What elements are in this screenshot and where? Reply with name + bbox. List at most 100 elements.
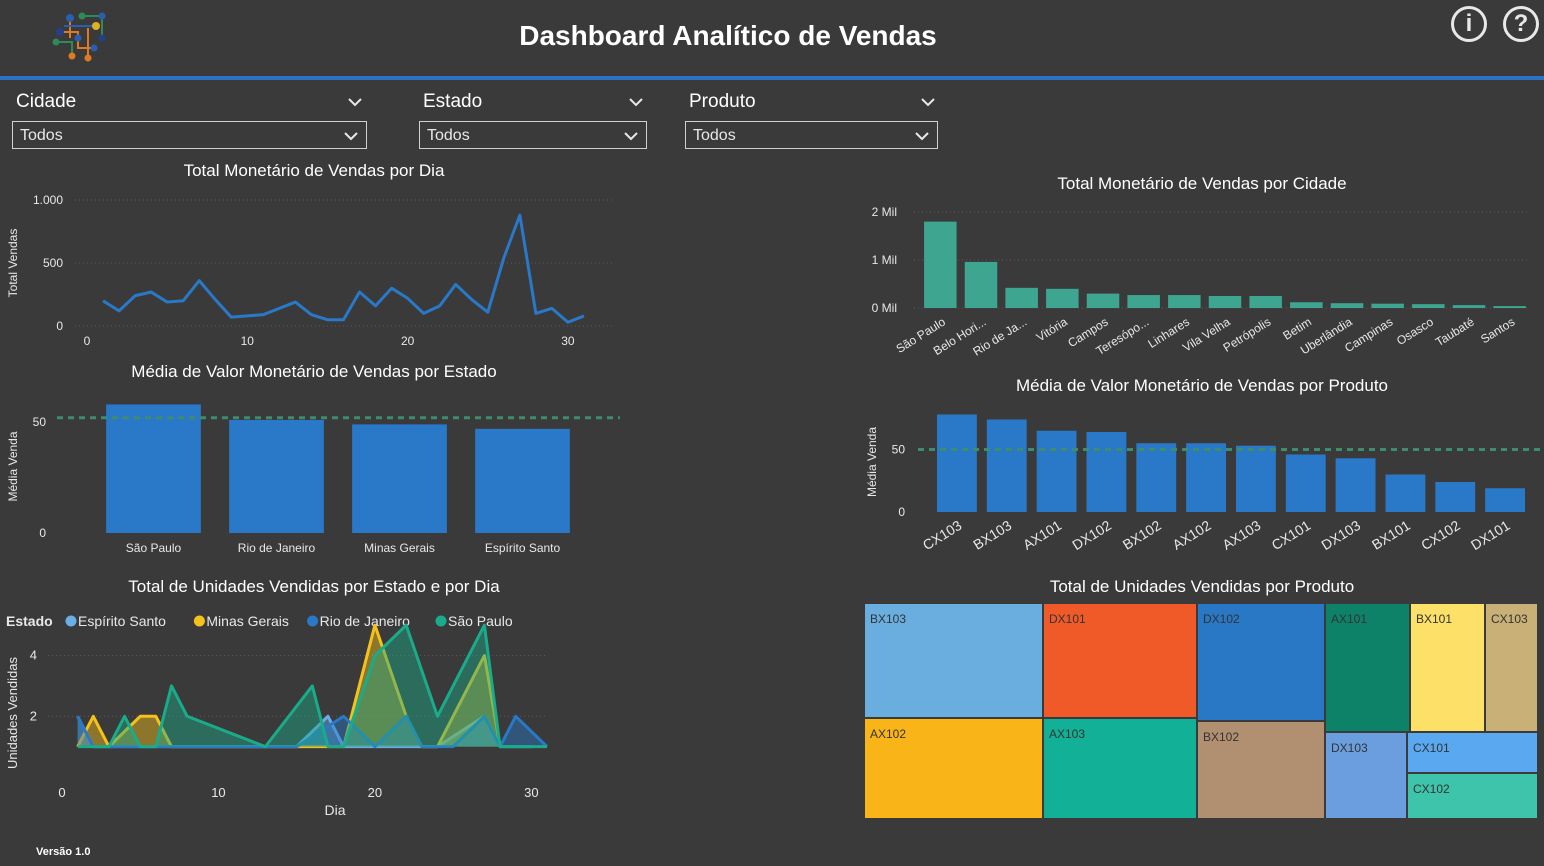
x-tick-label: DX102 [1069, 517, 1114, 553]
treemap-label: BX102 [1203, 730, 1239, 744]
sales-by-city-chart: 0 Mil1 Mil2 MilSão PauloBelo Hori...Rio … [872, 205, 1530, 359]
bar [1435, 482, 1476, 512]
chart-title-sales-by-day: Total Monetário de Vendas por Dia [183, 161, 445, 180]
x-tick-label: DX101 [1468, 517, 1513, 553]
bar [1335, 458, 1376, 512]
info-icon[interactable]: i [1451, 6, 1487, 42]
estado-dropdown[interactable]: Todos [419, 121, 647, 149]
bar [986, 419, 1027, 512]
treemap-label: BX103 [870, 612, 906, 626]
filter-title-cidade: Cidade [16, 91, 77, 112]
produto-dropdown[interactable]: Todos [685, 121, 938, 149]
x-tick-label: CX103 [920, 517, 965, 553]
filter-title-estado: Estado [423, 91, 483, 112]
cidade-dropdown-value: Todos [20, 127, 63, 144]
chevron-down-icon [344, 132, 358, 141]
y-tick-label: 50 [892, 443, 906, 457]
x-tick-label: Minas Gerais [364, 541, 435, 555]
bar [1086, 432, 1127, 512]
bar [1249, 296, 1282, 308]
units-by-state-day-chart: Estado Espírito Santo Minas Gerais Rio de J… [5, 613, 549, 818]
bar [1036, 430, 1077, 512]
treemap-label: CX101 [1413, 741, 1450, 755]
bar [936, 414, 977, 512]
bar [1186, 443, 1227, 512]
x-tick-label: 10 [241, 334, 255, 348]
bar [1208, 296, 1242, 308]
x-tick-label: 10 [211, 785, 225, 800]
y-tick-label: 2 [30, 708, 37, 723]
estado-dropdown-value: Todos [427, 127, 470, 144]
chevron-down-icon[interactable] [628, 96, 644, 108]
x-tick-label: 20 [401, 334, 415, 348]
cidade-dropdown[interactable]: Todos [12, 121, 367, 149]
x-axis-label: Dia [324, 802, 345, 818]
treemap-label: BX101 [1416, 612, 1452, 626]
bar [1235, 445, 1276, 512]
legend-marker [435, 615, 447, 627]
legend-marker [307, 615, 319, 627]
y-tick-label: 500 [43, 256, 63, 270]
header-divider [0, 76, 1544, 80]
chart-title-units-by-state-day: Total de Unidades Vendidas por Estado e … [128, 577, 500, 596]
y-tick-label: 0 Mil [872, 301, 897, 315]
x-tick-label: 30 [524, 785, 538, 800]
x-tick-label: BX103 [970, 517, 1014, 553]
bar [229, 419, 324, 533]
y-tick-label: 4 [30, 648, 37, 663]
chevron-down-icon [915, 132, 929, 141]
chevron-down-icon [624, 132, 638, 141]
legend-label: Minas Gerais [206, 613, 288, 629]
x-tick-label: Espírito Santo [485, 541, 561, 555]
bar [964, 261, 998, 308]
x-tick-label: AX103 [1219, 517, 1263, 553]
chart-title-sales-by-city: Total Monetário de Vendas por Cidade [1057, 174, 1347, 193]
bar [1485, 488, 1526, 512]
y-tick-label: 0 [39, 526, 46, 540]
series-line [102, 213, 585, 324]
y-tick-label: 50 [33, 415, 47, 429]
units-by-product-treemap: BX103 AX102 DX101 AX103 DX102 BX102 AX101 DX103… [865, 604, 1537, 818]
legend-marker [193, 615, 205, 627]
bar [1285, 454, 1326, 512]
y-axis-label: Unidades Vendidas [5, 656, 20, 769]
x-tick-label: Rio de Janeiro [238, 541, 316, 555]
page-title: Dashboard Analítico de Vendas [519, 20, 937, 51]
x-tick-label: 20 [368, 785, 382, 800]
bar [475, 428, 570, 533]
x-tick-label: DX103 [1318, 517, 1363, 553]
treemap-label: DX103 [1331, 741, 1368, 755]
bar [352, 424, 447, 533]
x-tick-label: 0 [58, 785, 65, 800]
legend-label: São Paulo [448, 613, 513, 629]
y-tick-label: 2 Mil [872, 205, 897, 219]
x-tick-label: Taubaté [1433, 314, 1477, 349]
chevron-down-icon[interactable] [347, 96, 363, 108]
x-tick-label: BX101 [1369, 517, 1413, 553]
x-tick-label: CX101 [1269, 517, 1314, 553]
bar [1005, 287, 1038, 308]
y-tick-label: 1.000 [33, 193, 63, 207]
bar [1168, 295, 1201, 308]
treemap-label: CX102 [1413, 782, 1450, 796]
chart-title-avg-by-product: Média de Valor Monetário de Vendas por P… [1015, 376, 1389, 395]
help-icon[interactable]: ? [1503, 6, 1539, 42]
chevron-down-icon[interactable] [920, 96, 936, 108]
bar [1086, 293, 1120, 308]
legend-label: Rio de Janeiro [320, 613, 410, 629]
y-axis-label: Média Venda [6, 431, 20, 501]
y-axis-label: Total Vendas [6, 229, 20, 298]
bar [1493, 306, 1526, 308]
x-tick-label: 0 [84, 334, 91, 348]
chart-title-avg-by-state: Média de Valor Monetário de Vendas por E… [131, 362, 497, 381]
x-tick-label: AX102 [1170, 517, 1214, 553]
filter-title-produto: Produto [689, 91, 756, 112]
bar [1385, 474, 1426, 512]
bar [1290, 302, 1323, 308]
legend-label: Espírito Santo [78, 613, 166, 629]
y-tick-label: 0 [898, 505, 905, 519]
bar [1046, 288, 1079, 308]
bar [106, 404, 201, 533]
avg-by-product-chart: 050Média VendaCX103 BX103 AX101 DX102 BX102 A… [865, 414, 1540, 553]
treemap-label: DX102 [1203, 612, 1240, 626]
